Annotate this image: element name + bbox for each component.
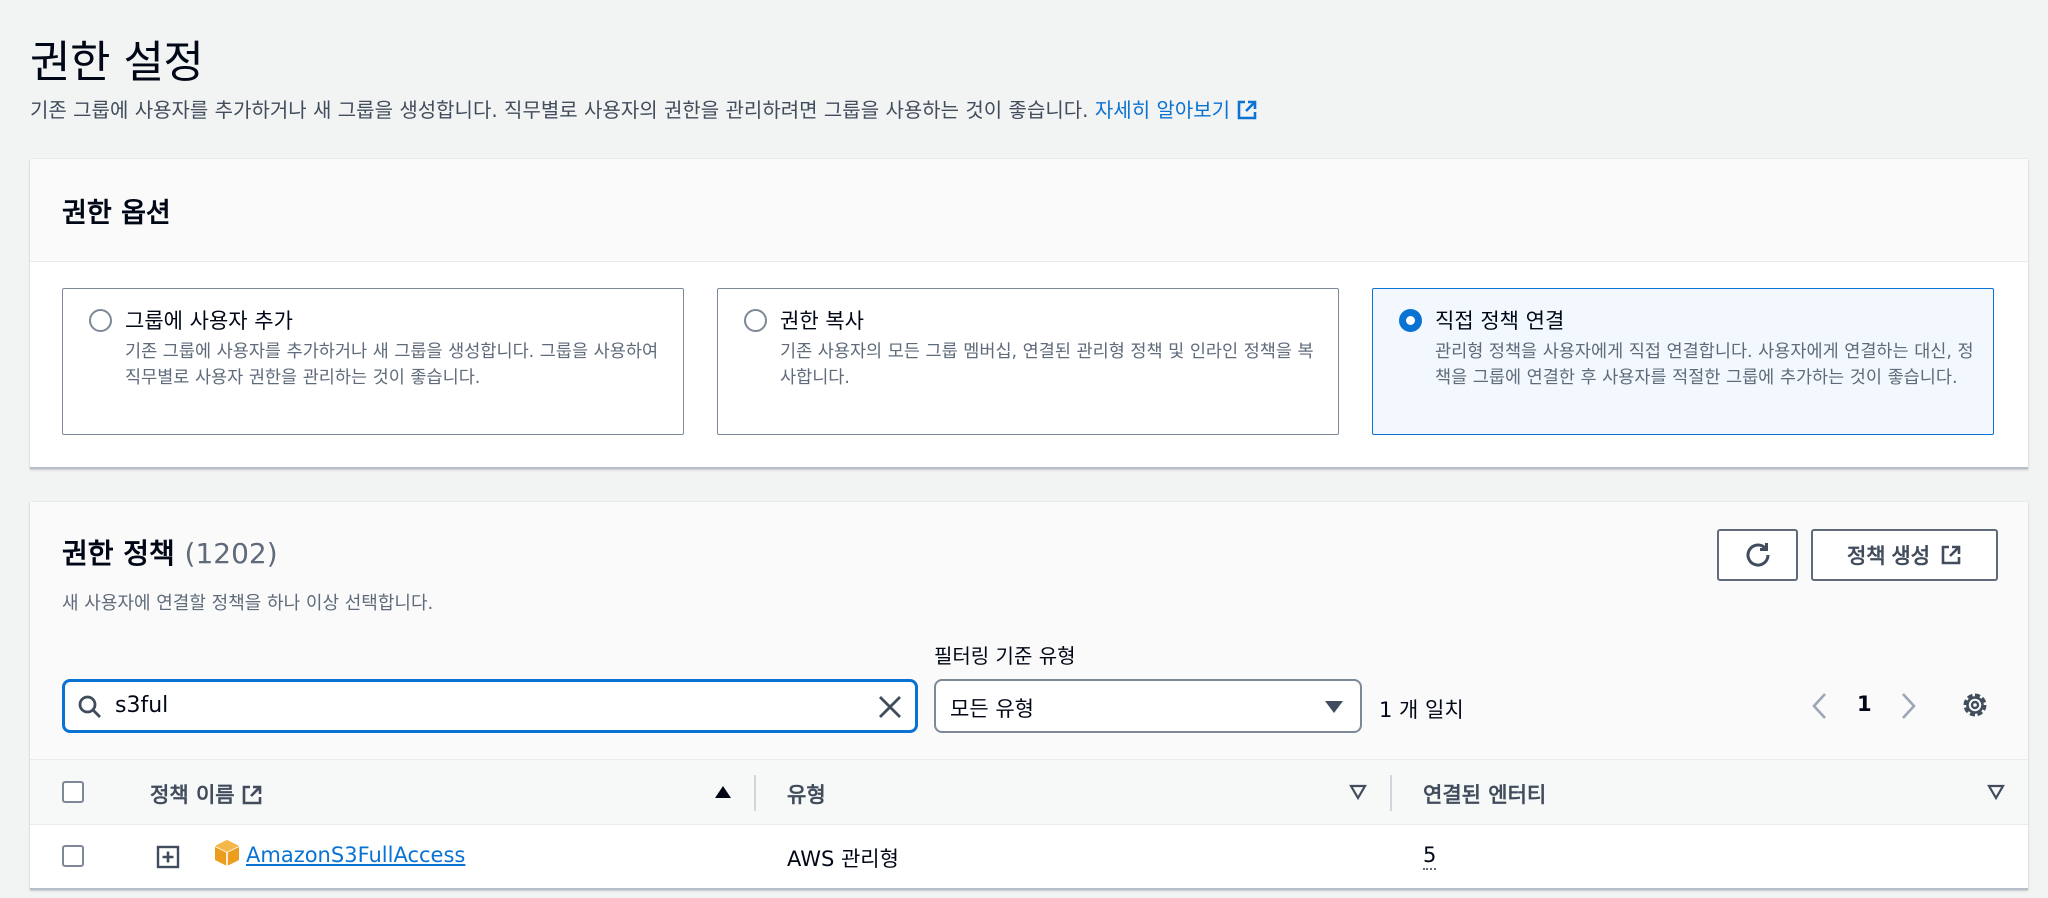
tile-description: 기존 그룹에 사용자를 추가하거나 새 그룹을 생성합니다. 그룹을 사용하여 … (125, 342, 659, 388)
filter-type-label: 필터링 기준 유형 (934, 644, 1076, 668)
column-divider[interactable] (754, 775, 756, 811)
policy-type: AWS 관리형 (787, 847, 899, 871)
search-input[interactable] (115, 693, 835, 718)
column-header-policy-name[interactable]: 정책 이름 (150, 779, 263, 809)
match-count: 1 개 일치 (1379, 698, 1464, 722)
create-policy-button[interactable]: 정책 생성 (1811, 529, 1998, 581)
policy-name-link[interactable]: AmazonS3FullAccess (246, 843, 465, 867)
permission-options-header: 권한 옵션 (30, 159, 2028, 262)
page-title: 권한 설정 (30, 37, 204, 88)
previous-page-button[interactable] (1810, 692, 1828, 724)
column-header-type[interactable]: 유형 (787, 779, 826, 809)
sort-asc-icon[interactable] (714, 784, 732, 800)
policies-description: 새 사용자에 연결할 정책을 하나 이상 선택합니다. (62, 593, 434, 614)
external-link-icon (1941, 545, 1961, 565)
permission-policies-panel: 권한 정책 (1202) 새 사용자에 연결할 정책을 하나 이상 선택합니다.… (30, 502, 2028, 890)
column-label: 정책 이름 (150, 783, 235, 807)
row-checkbox[interactable] (62, 845, 84, 867)
table-settings-button[interactable] (1959, 689, 1991, 725)
policy-box-icon (214, 840, 240, 866)
current-page[interactable]: 1 (1857, 692, 1872, 716)
next-page-button[interactable] (1900, 692, 1918, 724)
policies-title: 권한 정책 (1202) (62, 532, 278, 572)
radio-copy-permissions[interactable] (744, 309, 767, 332)
learn-more-link[interactable]: 자세히 알아보기 (1095, 98, 1258, 122)
search-icon (78, 695, 101, 718)
sort-desc-icon[interactable] (1987, 784, 2005, 800)
clear-icon (879, 696, 901, 718)
external-link-icon (1237, 100, 1257, 120)
option-tile-add-to-group[interactable]: 그룹에 사용자 추가 기존 그룹에 사용자를 추가하거나 새 그룹을 생성합니다… (62, 288, 684, 435)
create-policy-label: 정책 생성 (1846, 545, 1931, 568)
policies-title-text: 권한 정책 (62, 537, 175, 570)
gear-icon (1963, 693, 1987, 717)
radio-attach-policies[interactable] (1399, 309, 1422, 332)
column-divider[interactable] (1390, 775, 1392, 811)
chevron-right-icon (1902, 693, 1916, 719)
filter-type-value: 모든 유형 (950, 697, 1034, 721)
refresh-button[interactable] (1717, 529, 1798, 581)
external-link-icon (242, 785, 261, 805)
option-tile-copy-permissions[interactable]: 권한 복사 기존 사용자의 모든 그룹 멤버십, 연결된 관리형 정책 및 인라… (717, 288, 1339, 435)
refresh-icon (1746, 543, 1770, 567)
caret-down-icon (1325, 701, 1343, 713)
permission-options-title: 권한 옵션 (62, 198, 171, 229)
policy-search[interactable] (62, 679, 918, 733)
tile-description: 기존 사용자의 모든 그룹 멤버십, 연결된 관리형 정책 및 인라인 정책을 … (780, 342, 1314, 388)
tile-title: 권한 복사 (780, 309, 864, 333)
chevron-left-icon (1812, 693, 1826, 719)
expand-icon[interactable] (156, 845, 180, 869)
table-row: AmazonS3FullAccess AWS 관리형 5 (30, 825, 2028, 888)
select-all-checkbox[interactable] (62, 781, 84, 803)
tile-title: 그룹에 사용자 추가 (125, 309, 293, 333)
option-tile-attach-policies[interactable]: 직접 정책 연결 관리형 정책을 사용자에게 직접 연결합니다. 사용자에게 연… (1372, 288, 1994, 435)
radio-add-to-group[interactable] (89, 309, 112, 332)
tile-title: 직접 정책 연결 (1435, 309, 1565, 333)
attached-entities-count[interactable]: 5 (1423, 843, 1437, 870)
filter-type-select[interactable]: 모든 유형 (934, 679, 1362, 733)
sort-desc-icon[interactable] (1349, 784, 1367, 800)
tile-description: 관리형 정책을 사용자에게 직접 연결합니다. 사용자에게 연결하는 대신, 정… (1435, 342, 1974, 388)
learn-more-label: 자세히 알아보기 (1094, 98, 1231, 122)
policies-count: (1202) (184, 537, 278, 570)
page-description-text: 기존 그룹에 사용자를 추가하거나 새 그룹을 생성합니다. 직무별로 사용자의… (30, 98, 1089, 122)
clear-search-button[interactable] (877, 694, 903, 724)
table-header: 정책 이름 유형 연결된 엔터티 (30, 759, 2028, 825)
permission-options-panel: 권한 옵션 그룹에 사용자 추가 기존 그룹에 사용자를 추가하거나 새 그룹을… (30, 159, 2028, 469)
column-header-attached-entities[interactable]: 연결된 엔터티 (1423, 779, 1546, 809)
page-description: 기존 그룹에 사용자를 추가하거나 새 그룹을 생성합니다. 직무별로 사용자의… (30, 94, 1258, 123)
